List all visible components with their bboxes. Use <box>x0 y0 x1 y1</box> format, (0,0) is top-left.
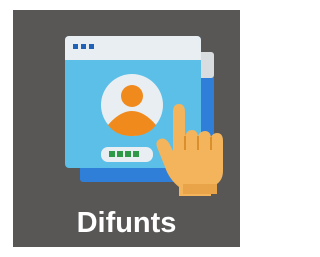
app-icon <box>13 10 240 200</box>
password-field-icon <box>101 147 153 162</box>
profile-window-touch-icon <box>65 36 223 196</box>
avatar-icon <box>101 74 163 136</box>
app-label: Difunts <box>76 207 177 239</box>
app-tile[interactable]: Difunts <box>13 10 240 247</box>
